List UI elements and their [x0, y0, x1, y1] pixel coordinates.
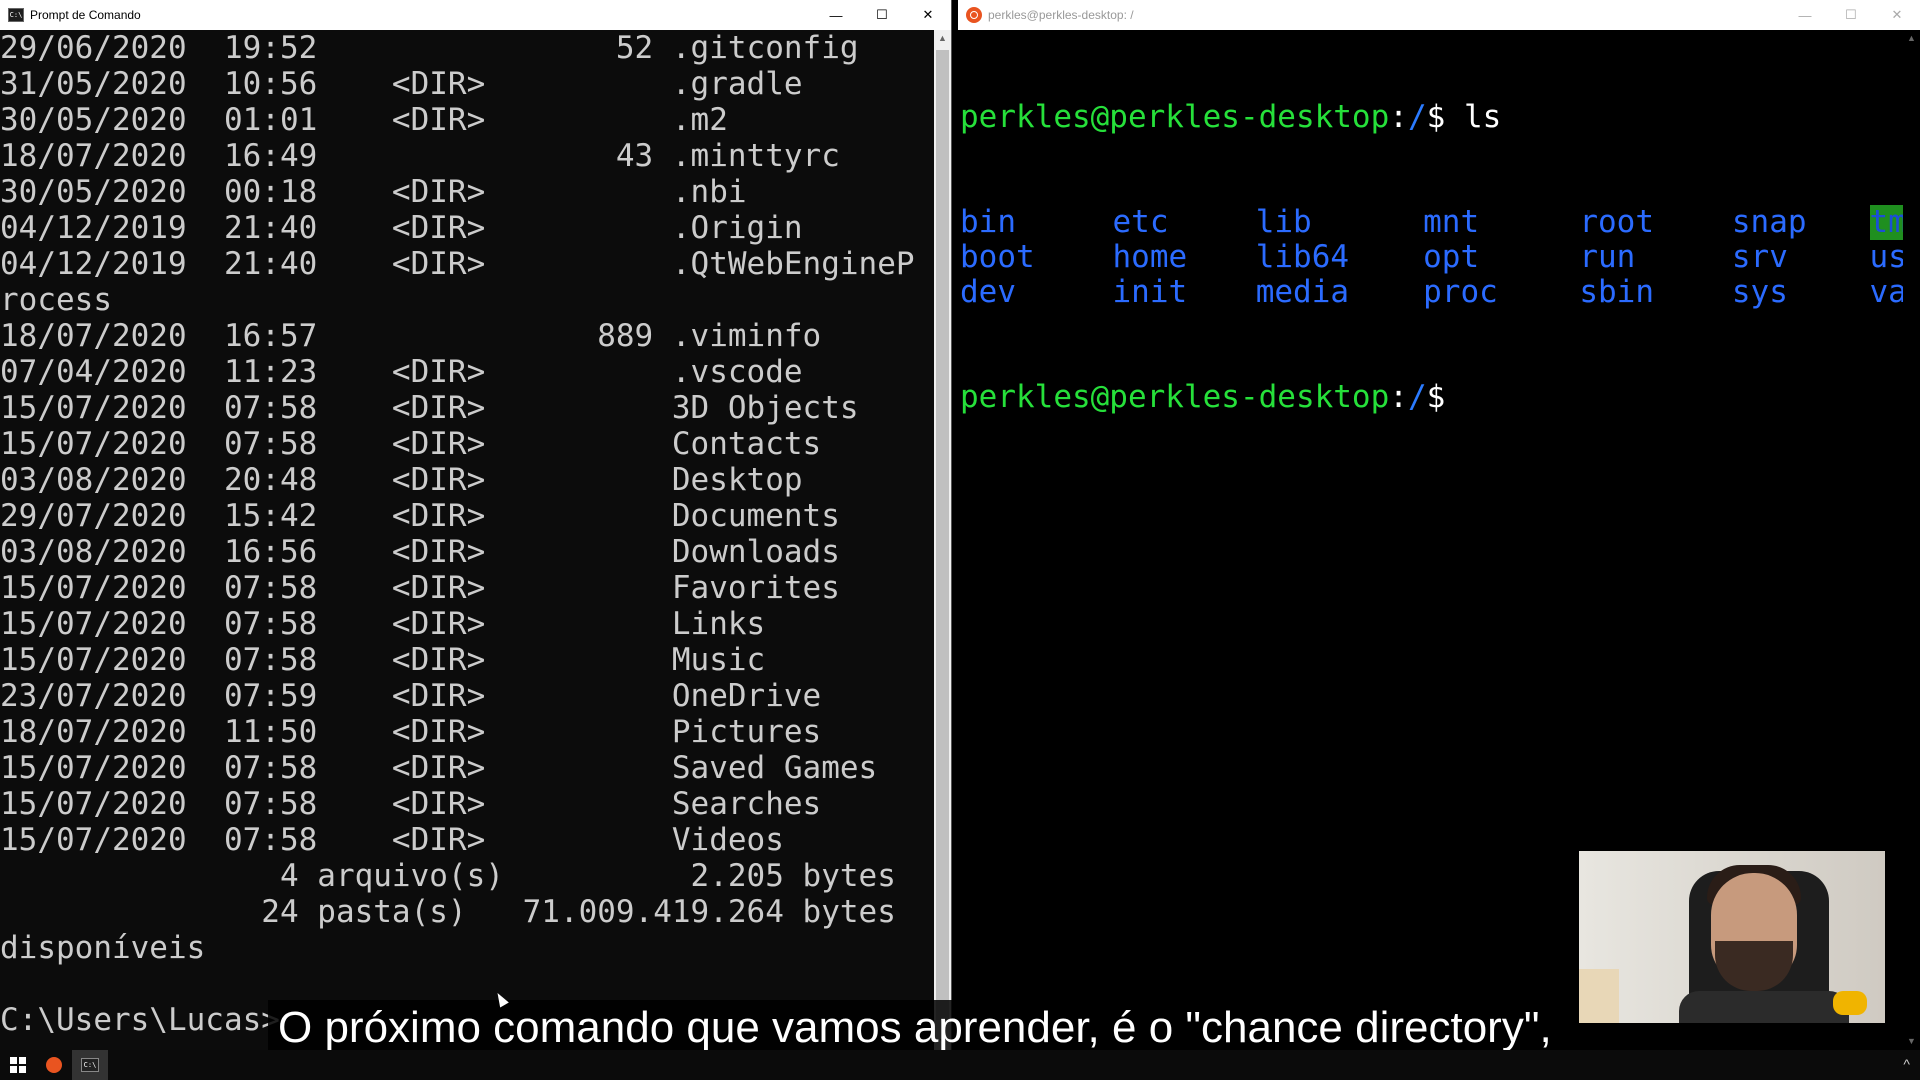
console-line: 29/06/2020 19:52 52 .gitconfig — [0, 30, 859, 66]
prompt-path: / — [1407, 379, 1427, 415]
ls-entry: sbin — [1579, 274, 1655, 310]
ubuntu-window-title: perkles@perkles-desktop: / — [988, 8, 1134, 22]
cmd-scrollbar[interactable]: ▲ ▼ — [934, 30, 951, 1050]
ls-entry: lib64 — [1255, 239, 1350, 275]
prompt-dollar: $ — [1426, 99, 1464, 135]
console-line: 15/07/2020 07:58 <DIR> Links — [0, 606, 766, 642]
ls-row: boot home lib64 opt run srv usr — [960, 239, 1920, 275]
prompt-line-current: perkles@perkles-desktop:/$ — [960, 380, 1902, 415]
scroll-up-icon[interactable]: ▲ — [1903, 30, 1920, 47]
maximize-button[interactable]: ☐ — [1828, 0, 1874, 30]
scroll-up-icon[interactable]: ▲ — [934, 30, 951, 47]
console-line: 04/12/2019 21:40 <DIR> .Origin — [0, 210, 803, 246]
taskbar: C:\ ^ — [0, 1050, 1920, 1080]
ls-entry: run — [1579, 239, 1636, 275]
ls-entry: lib — [1255, 204, 1312, 240]
prompt-path: / — [1407, 99, 1427, 135]
prompt-user: perkles@perkles-desktop — [960, 379, 1390, 415]
console-line: 18/07/2020 16:49 43 .minttyrc — [0, 138, 840, 174]
close-button[interactable]: ✕ — [905, 0, 951, 30]
console-line: 15/07/2020 07:58 <DIR> Music — [0, 642, 766, 678]
ls-entry: opt — [1423, 239, 1480, 275]
cmd-icon: C:\ — [8, 8, 24, 22]
console-line: 15/07/2020 07:58 <DIR> 3D Objects — [0, 390, 859, 426]
console-line: 15/07/2020 07:58 <DIR> Videos — [0, 822, 784, 858]
ls-row: bin etc lib mnt root snap tmp — [960, 204, 1920, 240]
ls-entry: bin — [960, 204, 1016, 240]
cmd-icon: C:\ — [81, 1058, 99, 1072]
cmd-titlebar[interactable]: C:\ Prompt de Comando — ☐ ✕ — [0, 0, 951, 30]
maximize-button[interactable]: ☐ — [859, 0, 905, 30]
prompt-line: perkles@perkles-desktop:/$ ls — [960, 100, 1902, 135]
console-line: 03/08/2020 20:48 <DIR> Desktop — [0, 462, 803, 498]
prompt-user: perkles@perkles-desktop — [960, 99, 1390, 135]
prompt-colon: : — [1389, 379, 1408, 415]
console-line: 15/07/2020 07:58 <DIR> Favorites — [0, 570, 840, 606]
windows-start-icon — [10, 1057, 26, 1073]
ls-entry: boot — [960, 239, 1035, 275]
prompt-dollar: $ — [1426, 379, 1464, 415]
console-line: 18/07/2020 16:57 889 .viminfo — [0, 318, 822, 354]
typed-command: ls — [1463, 99, 1502, 135]
taskbar-ubuntu-button[interactable] — [36, 1050, 72, 1080]
ls-entry: mnt — [1423, 204, 1480, 240]
scrollbar-thumb[interactable] — [936, 50, 949, 1020]
ls-entry: dev — [960, 274, 1016, 310]
ls-entry: snap — [1731, 204, 1807, 240]
console-line: 30/05/2020 00:18 <DIR> .nbi — [0, 174, 747, 210]
video-subtitle: O próximo comando que vamos aprender, é … — [268, 1000, 1562, 1056]
cmd-console-output[interactable]: 29/06/2020 19:52 52 .gitconfig 31/05/2020… — [0, 30, 933, 1050]
console-line: 24 pasta(s) 71.009.419.264 bytes — [0, 894, 896, 930]
ls-entry: proc — [1423, 274, 1498, 310]
close-button[interactable]: ✕ — [1874, 0, 1920, 30]
ls-entry: etc — [1112, 204, 1169, 240]
ls-entry: home — [1112, 239, 1188, 275]
ls-entry: init — [1112, 274, 1188, 310]
minimize-button[interactable]: — — [813, 0, 859, 30]
console-line: 15/07/2020 07:58 <DIR> Contacts — [0, 426, 822, 462]
console-line: 29/07/2020 15:42 <DIR> Documents — [0, 498, 840, 534]
taskbar-cmd-button[interactable]: C:\ — [72, 1050, 108, 1080]
cmd-window-title: Prompt de Comando — [30, 8, 141, 22]
ubuntu-window-controls: — ☐ ✕ — [1782, 0, 1920, 30]
console-line: rocess — [0, 282, 112, 318]
prompt-colon: : — [1389, 99, 1408, 135]
ls-row: dev init media proc sbin sys var — [960, 274, 1920, 310]
cmd-window-controls: — ☐ ✕ — [813, 0, 951, 30]
console-line: 4 arquivo(s) 2.205 bytes — [0, 858, 896, 894]
console-line: 30/05/2020 01:01 <DIR> .m2 — [0, 102, 728, 138]
minimize-button[interactable]: — — [1782, 0, 1828, 30]
console-line: 04/12/2019 21:40 <DIR> .QtWebEngineP — [0, 246, 915, 282]
console-line: 07/04/2020 11:23 <DIR> .vscode — [0, 354, 803, 390]
console-line: disponíveis — [0, 930, 206, 966]
scroll-down-icon[interactable]: ▼ — [1903, 1033, 1920, 1050]
console-line: 18/07/2020 11:50 <DIR> Pictures — [0, 714, 822, 750]
ls-entry: srv — [1731, 239, 1788, 275]
ls-output: bin etc lib mnt root snap tmp boot home lib64 opt r… — [960, 204, 1920, 310]
console-line: 31/05/2020 10:56 <DIR> .gradle — [0, 66, 803, 102]
cmd-window[interactable]: C:\ Prompt de Comando — ☐ ✕ 29/06/2020 1… — [0, 0, 952, 1050]
ls-entry: media — [1255, 274, 1350, 310]
console-line: 23/07/2020 07:59 <DIR> OneDrive — [0, 678, 822, 714]
console-line: 15/07/2020 07:58 <DIR> Searches — [0, 786, 822, 822]
webcam-overlay — [1579, 851, 1885, 1023]
tray-chevron-icon[interactable]: ^ — [1903, 1056, 1910, 1072]
console-line: 03/08/2020 16:56 <DIR> Downloads — [0, 534, 840, 570]
ubuntu-titlebar[interactable]: perkles@perkles-desktop: / — ☐ ✕ — [958, 0, 1920, 30]
start-button[interactable] — [0, 1050, 36, 1080]
ls-entry: root — [1579, 204, 1655, 240]
ubuntu-scrollbar[interactable]: ▲ ▼ — [1903, 30, 1920, 1050]
ls-entry: sys — [1731, 274, 1788, 310]
console-line: 15/07/2020 07:58 <DIR> Saved Games — [0, 750, 878, 786]
ubuntu-icon — [46, 1057, 62, 1073]
ubuntu-icon — [966, 7, 982, 23]
